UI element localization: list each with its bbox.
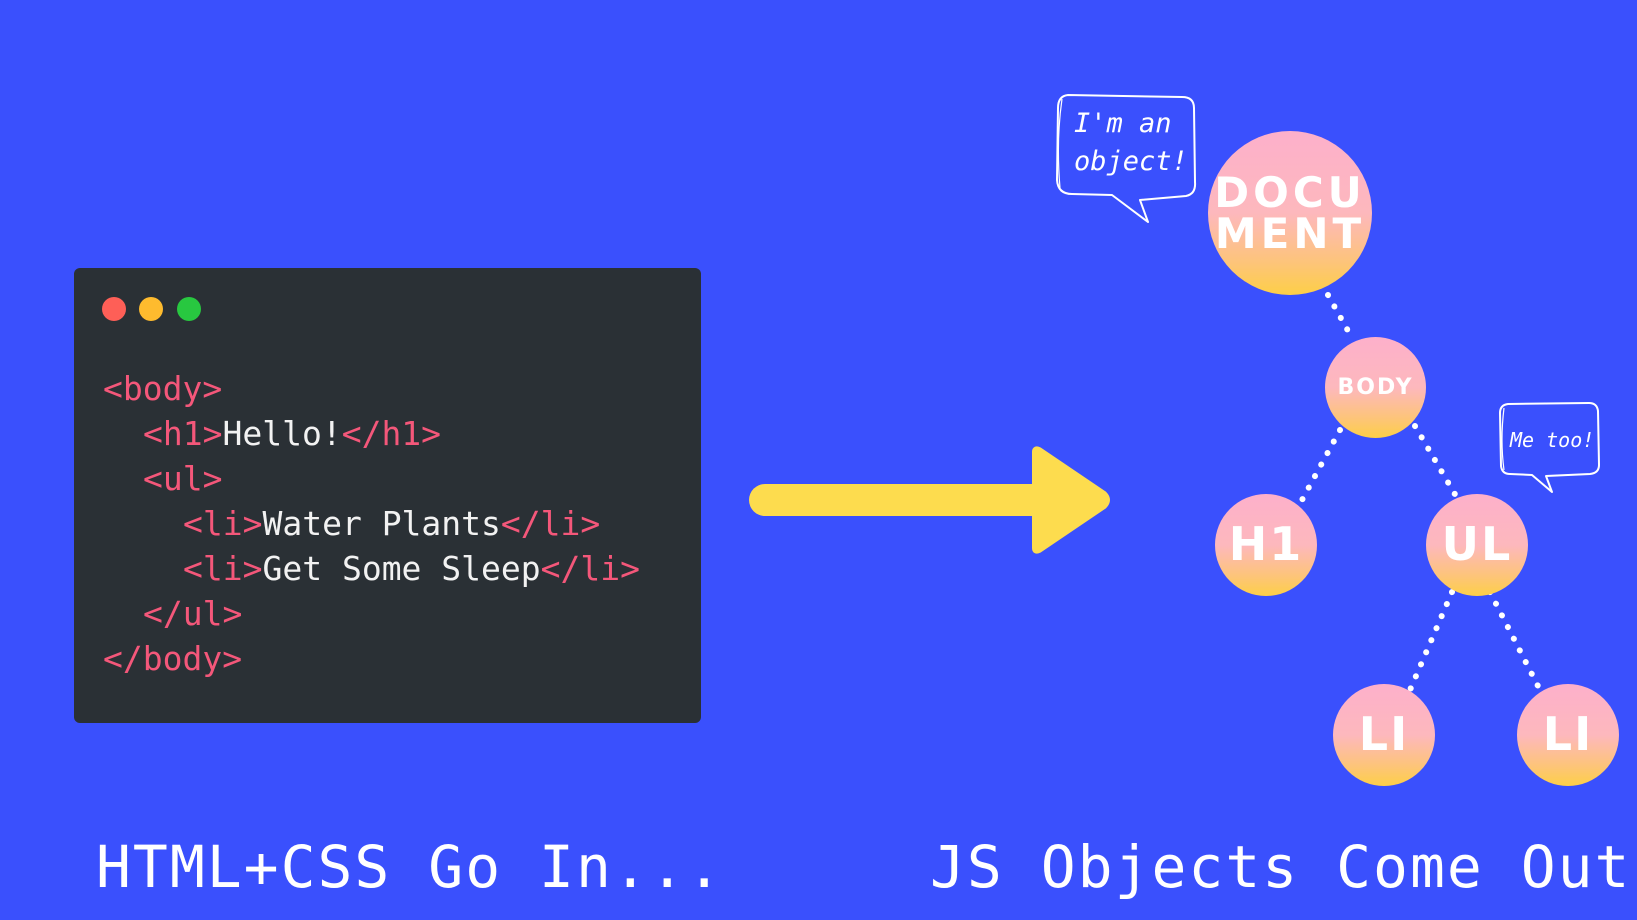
code-line: <h1>Hello!</h1>	[103, 411, 640, 456]
edge-ul-li2	[1487, 589, 1543, 693]
code-tag: <body>	[103, 369, 223, 408]
html-code-block: <body> <h1>Hello!</h1> <ul> <li>Water Plant…	[103, 366, 640, 681]
code-line: <li>Water Plants</li>	[103, 501, 640, 546]
code-line: </body>	[103, 636, 640, 681]
document-bubble-text: I'm an object!	[1074, 105, 1188, 181]
code-tag: <h1>	[143, 414, 223, 453]
caption-right: JS Objects Come Out	[930, 833, 1632, 901]
code-line: <ul>	[103, 456, 640, 501]
code-text: Get Some Sleep	[262, 549, 541, 588]
close-dot-icon	[102, 297, 126, 321]
code-tag: </li>	[540, 549, 640, 588]
node-document: DOCU MENT	[1208, 131, 1372, 295]
code-window: <body> <h1>Hello!</h1> <ul> <li>Water Plant…	[74, 268, 701, 723]
bubble-line-2: object!	[1074, 146, 1188, 177]
code-tag: </body>	[103, 639, 243, 678]
minimize-dot-icon	[139, 297, 163, 321]
node-body: BODY	[1325, 337, 1426, 438]
node-li-2: LI	[1517, 684, 1619, 786]
edge-body-ul	[1412, 423, 1459, 499]
node-h1: H1	[1215, 494, 1317, 596]
caption-left: HTML+CSS Go In...	[96, 833, 724, 901]
code-line: <body>	[103, 366, 640, 411]
edge-body-h1	[1299, 427, 1343, 503]
code-tag: <ul>	[143, 459, 223, 498]
node-document-line-2: MENT	[1214, 209, 1366, 258]
code-text: Hello!	[222, 414, 342, 453]
code-text: Water Plants	[262, 504, 501, 543]
code-line: <li>Get Some Sleep</li>	[103, 546, 640, 591]
node-li-1: LI	[1333, 684, 1435, 786]
code-tag: </h1>	[341, 414, 442, 453]
bubble-line-1: I'm an	[1074, 108, 1172, 139]
edge-ul-li1	[1407, 589, 1455, 693]
code-tag: </li>	[500, 504, 601, 543]
code-tag: <li>	[183, 549, 263, 588]
code-tag: </ul>	[143, 594, 243, 633]
code-line: </ul>	[103, 591, 640, 636]
maximize-dot-icon	[177, 297, 201, 321]
right-arrow-icon	[749, 446, 1110, 554]
edge-document-body	[1325, 292, 1355, 341]
code-tag: <li>	[183, 504, 263, 543]
node-ul: UL	[1426, 494, 1528, 596]
ul-bubble-text: Me too!	[1510, 428, 1595, 452]
